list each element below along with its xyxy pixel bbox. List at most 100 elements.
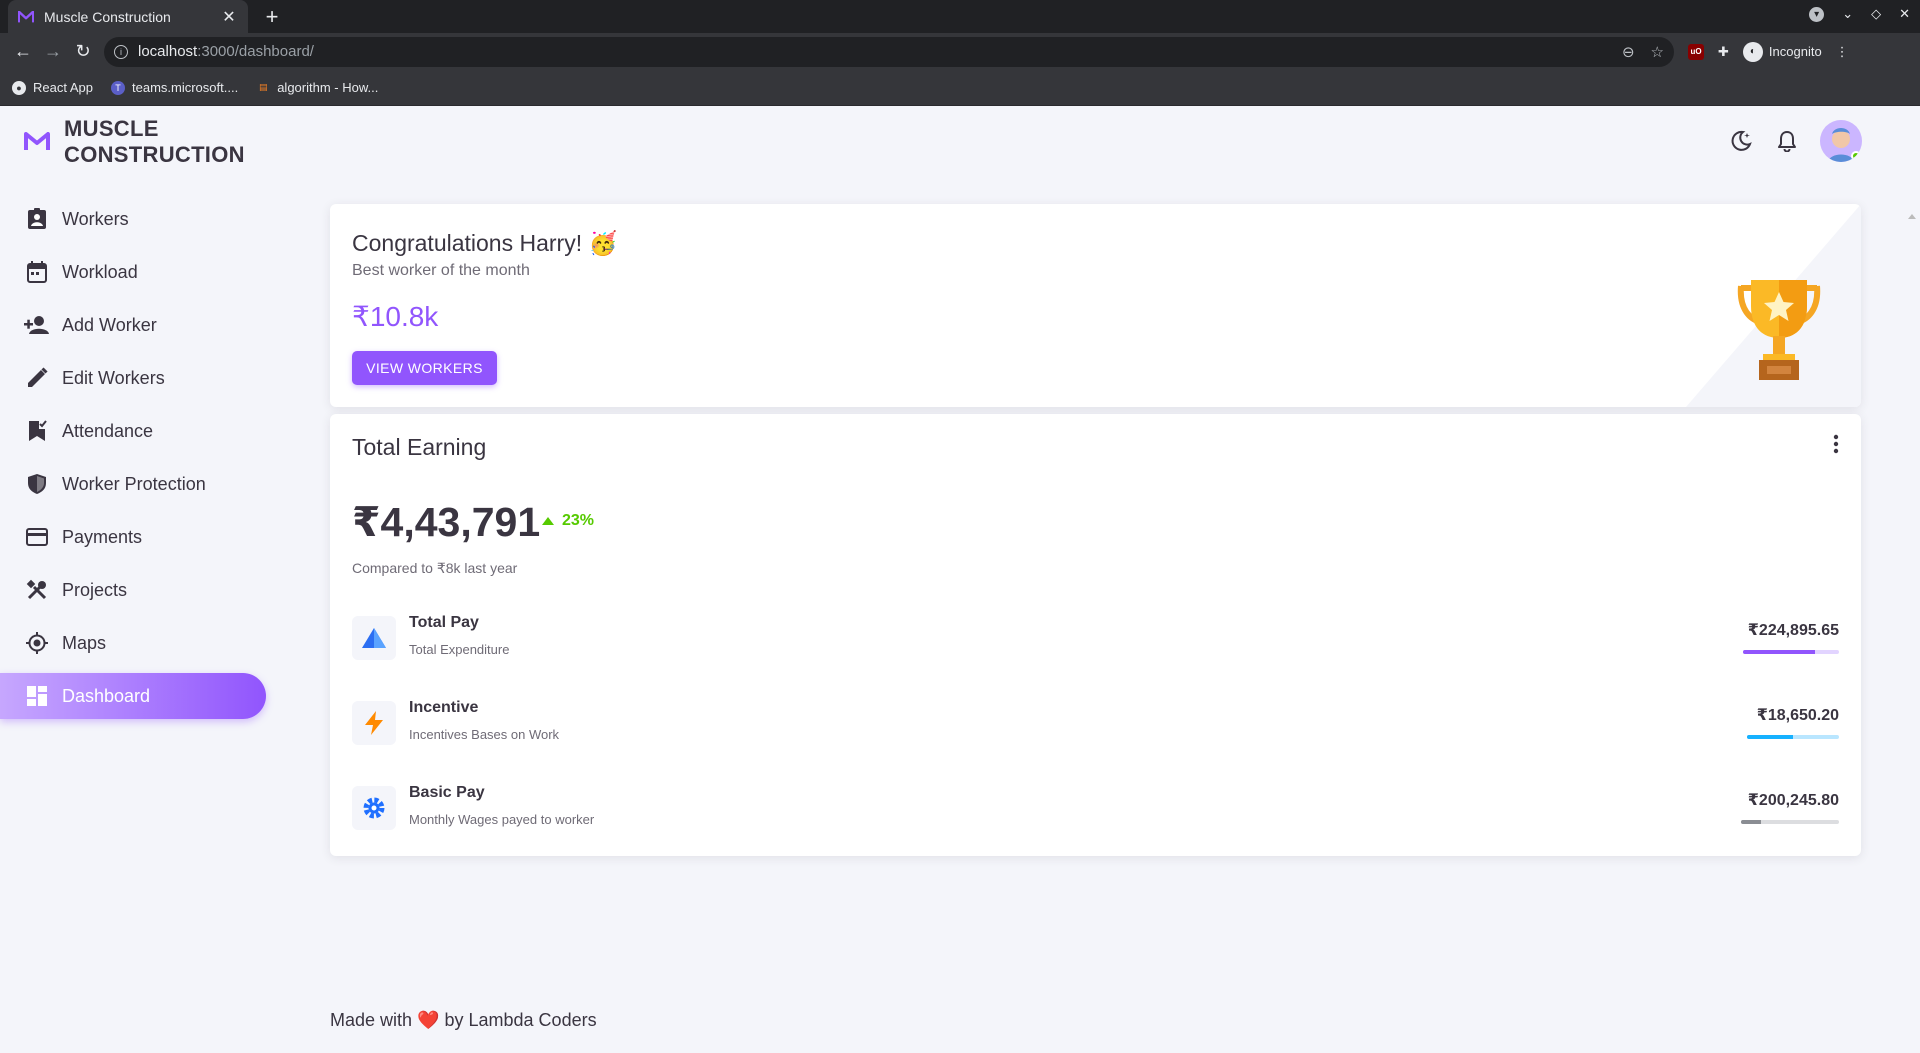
progress-bar — [1743, 650, 1839, 654]
tab-search-icon[interactable]: ▾ — [1809, 6, 1825, 22]
footer-prefix: Made with — [330, 1010, 413, 1030]
row-name: Incentive — [409, 699, 479, 716]
incognito-badge[interactable]: ◐ Incognito — [1742, 41, 1822, 62]
stackoverflow-icon: ▤ — [258, 82, 268, 92]
bookmark-teams[interactable]: T teams.microsoft.... — [111, 80, 238, 95]
close-window-icon[interactable]: ✕ — [1899, 6, 1910, 22]
brand[interactable]: MUSCLE CONSTRUCTION — [24, 116, 245, 168]
bookmark-label: teams.microsoft.... — [132, 80, 239, 95]
sidebar-item-label: Maps — [62, 632, 107, 653]
new-tab-icon[interactable]: + — [260, 4, 284, 30]
sidebar-item-label: Payments — [62, 526, 143, 547]
congrats-amount: ₹10.8k — [352, 301, 439, 332]
crosshair-icon — [24, 630, 50, 656]
extensions-puzzle-icon[interactable]: ✚ — [1718, 44, 1729, 60]
bookmark-react-app[interactable]: ● React App — [12, 80, 93, 95]
sidebar-item-label: Edit Workers — [62, 367, 165, 388]
back-icon[interactable]: ← — [8, 37, 38, 67]
sidebar-item-worker-protection[interactable]: Worker Protection — [0, 461, 266, 507]
sidebar-item-maps[interactable]: Maps — [0, 620, 266, 666]
address-bar[interactable]: i localhost:3000/dashboard/ ⊖ ☆ — [104, 36, 1674, 67]
tools-icon — [24, 577, 50, 603]
browser-menu-icon[interactable]: ⋮ — [1836, 44, 1849, 60]
dashboard-icon — [24, 683, 50, 709]
progress-fill — [1747, 735, 1793, 739]
sidebar-item-projects[interactable]: Projects — [0, 567, 266, 613]
reload-icon[interactable]: ↻ — [68, 37, 98, 67]
forward-icon[interactable]: → — [38, 37, 68, 67]
window-controls: ▾ ⌄ ◇ ✕ — [1809, 6, 1910, 22]
incognito-label: Incognito — [1768, 44, 1822, 59]
sidebar-item-workload[interactable]: Workload — [0, 249, 266, 295]
globe-icon: ● — [12, 80, 26, 95]
site-info-icon[interactable]: i — [114, 44, 128, 59]
sidebar-item-workers[interactable]: Workers — [0, 196, 266, 242]
earning-delta-value: 23% — [562, 512, 595, 529]
earning-total: ₹4,43,791 — [352, 499, 541, 545]
avatar[interactable] — [1820, 120, 1862, 162]
row-value: ₹200,245.80 — [1747, 792, 1839, 809]
more-vertical-icon[interactable] — [1833, 434, 1839, 454]
url-path: :3000/dashboard/ — [197, 43, 314, 60]
bookmarks-bar: ● React App T teams.microsoft.... ▤ algo… — [0, 70, 1920, 106]
view-workers-button[interactable]: VIEW WORKERS — [352, 351, 497, 385]
minimize-icon[interactable]: ⌄ — [1842, 6, 1853, 22]
browser-toolbar: ← → ↻ i localhost:3000/dashboard/ ⊖ ☆ uO… — [0, 33, 1920, 70]
badge-icon — [24, 206, 50, 232]
row-subtitle: Total Expenditure — [409, 642, 510, 657]
row-value: ₹18,650.20 — [1756, 707, 1839, 724]
sidebar-item-label: Workers — [62, 208, 129, 229]
sidebar-item-attendance[interactable]: Attendance — [0, 408, 266, 454]
bookmark-check-icon — [24, 418, 50, 444]
bell-icon[interactable] — [1774, 128, 1800, 154]
shield-icon — [24, 471, 50, 497]
bookmark-star-icon[interactable]: ☆ — [1651, 43, 1664, 61]
lightning-icon — [352, 701, 396, 745]
bookmark-algorithm[interactable]: ▤ algorithm - How... — [256, 80, 378, 95]
brand-line2: CONSTRUCTION — [64, 142, 245, 167]
footer-suffix: by Lambda Coders — [444, 1010, 597, 1030]
congrats-title: Congratulations Harry! 🥳 — [352, 230, 618, 256]
list-item: Incentive Incentives Bases on Work ₹18,6… — [352, 699, 1839, 749]
tab-close-icon[interactable]: ✕ — [220, 7, 238, 27]
row-subtitle: Monthly Wages payed to worker — [409, 812, 595, 827]
brand-name: MUSCLE CONSTRUCTION — [64, 116, 245, 168]
row-subtitle: Incentives Bases on Work — [409, 727, 560, 742]
total-earning-card: Total Earning ₹4,43,791 23% Compared to … — [330, 414, 1861, 856]
sidebar-item-label: Dashboard — [62, 685, 151, 706]
tab-favicon-icon — [18, 9, 34, 25]
brand-logo-icon — [24, 132, 50, 150]
scrollbar-up-arrow[interactable] — [1908, 214, 1916, 219]
zoom-icon[interactable]: ⊖ — [1622, 43, 1635, 61]
sidebar-item-add-worker[interactable]: Add Worker — [0, 302, 266, 348]
congrats-subtitle: Best worker of the month — [352, 262, 530, 279]
triangle-icon — [352, 616, 396, 660]
sidebar-item-label: Worker Protection — [62, 473, 206, 494]
bookmark-label: React App — [33, 80, 93, 95]
online-status-dot — [1851, 151, 1861, 161]
browser-tab[interactable]: Muscle Construction ✕ — [8, 0, 248, 33]
heart-icon: ❤️ — [417, 1010, 440, 1030]
credit-card-icon — [24, 524, 50, 550]
earning-delta: 23% — [542, 512, 594, 530]
brand-line1: MUSCLE — [64, 116, 159, 141]
dark-mode-icon[interactable] — [1728, 128, 1754, 154]
progress-fill — [1743, 650, 1815, 654]
sidebar-item-label: Add Worker — [62, 314, 157, 335]
list-item: Total Pay Total Expenditure ₹224,895.65 — [352, 614, 1839, 664]
sidebar-item-label: Projects — [62, 579, 128, 600]
app-root: MUSCLE CONSTRUCTION Workers Workload Add… — [0, 106, 1920, 1053]
trophy-icon — [1737, 280, 1821, 380]
maximize-icon[interactable]: ◇ — [1871, 6, 1881, 22]
sidebar-item-payments[interactable]: Payments — [0, 514, 266, 560]
ublock-icon[interactable]: uO — [1688, 43, 1704, 60]
teams-icon: T — [111, 80, 125, 95]
sidebar-item-edit-workers[interactable]: Edit Workers — [0, 355, 266, 401]
extensions-area: uO ✚ ◐ Incognito ⋮ — [1688, 41, 1849, 62]
footer: Made with ❤️ by Lambda Coders — [330, 1010, 597, 1031]
earning-compare: Compared to ₹8k last year — [352, 560, 518, 576]
sidebar-item-dashboard[interactable]: Dashboard — [0, 673, 266, 719]
incognito-icon: ◐ — [1742, 41, 1763, 62]
sidebar-item-label: Attendance — [62, 420, 154, 441]
row-name: Basic Pay — [409, 784, 485, 801]
